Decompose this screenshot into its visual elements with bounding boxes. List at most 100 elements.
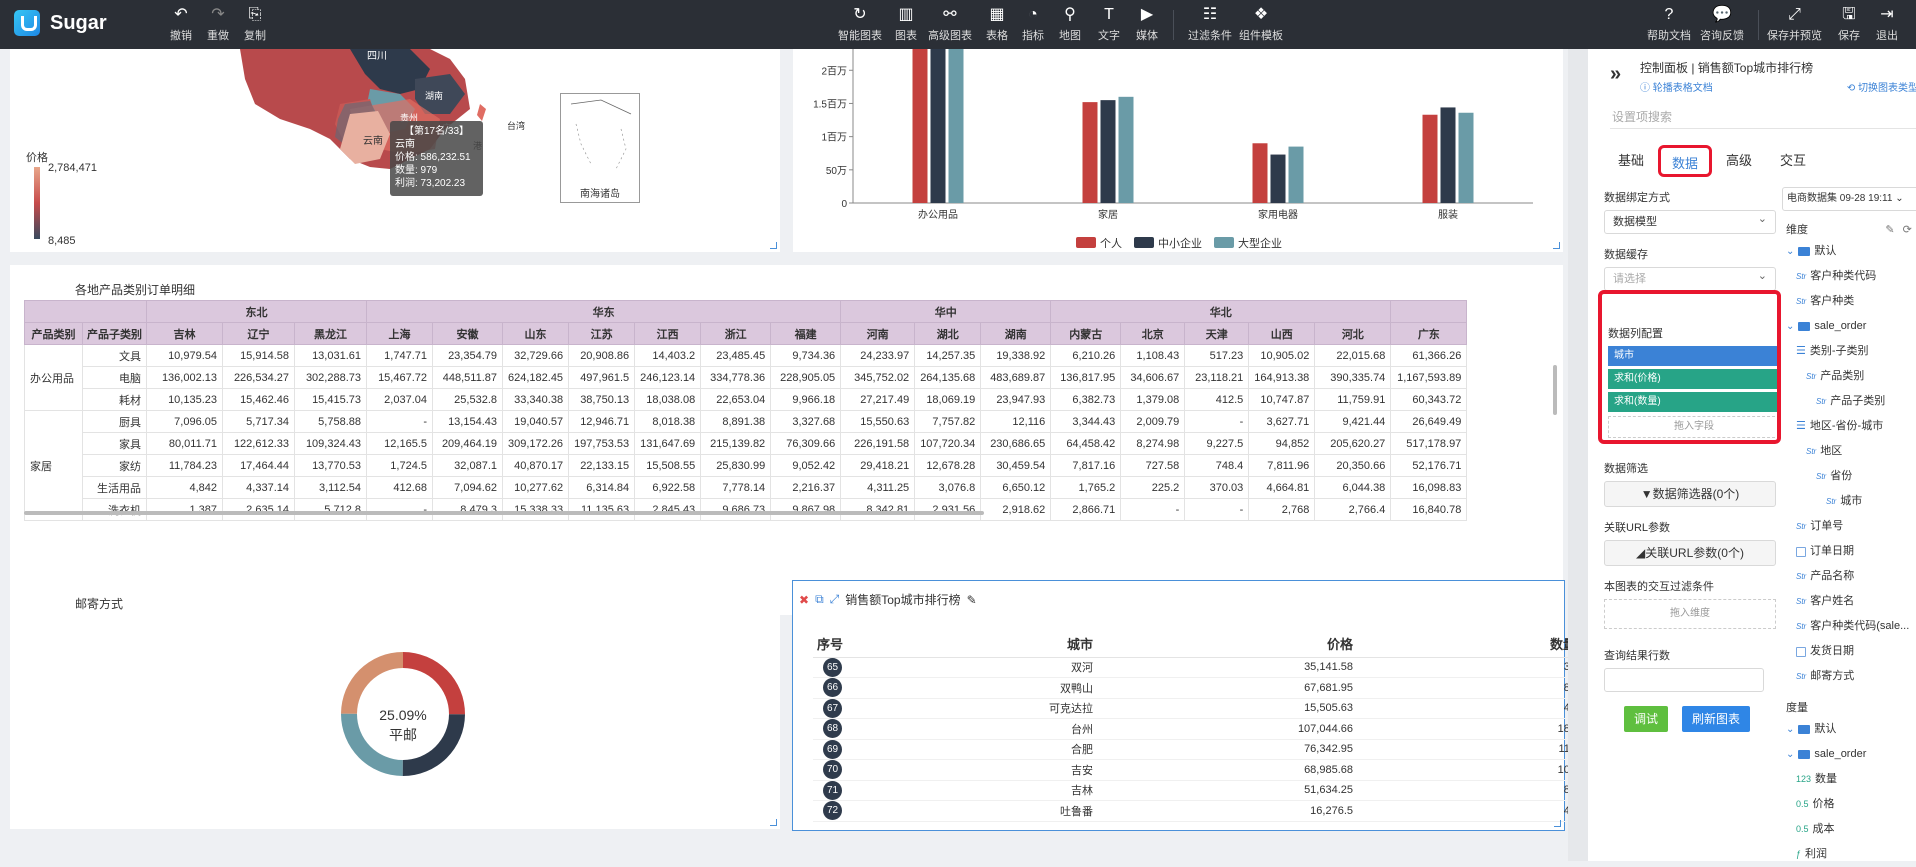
fullscreen-icon[interactable]: ⤢	[830, 592, 840, 607]
table-row[interactable]: 72 吐鲁番16,276.542	[813, 800, 1576, 822]
field-item[interactable]: Str 城市	[1782, 489, 1916, 514]
column-header[interactable]: 黑龙江	[294, 322, 367, 345]
tab-basic[interactable]: 基础	[1604, 145, 1658, 177]
column-header[interactable]: 安徽	[432, 322, 503, 345]
ranking-card[interactable]: ✖ ⧉ ⤢ 销售额Top城市排行榜 ✎ 序号 城市 价格 数量 65 双河 35,141.5…	[792, 580, 1576, 831]
bar[interactable]	[1440, 107, 1456, 203]
ranking-column-header[interactable]: 城市	[893, 631, 1093, 658]
column-header[interactable]: 山西	[1248, 322, 1316, 345]
bar[interactable]	[1118, 96, 1134, 203]
bar[interactable]	[948, 49, 964, 204]
toolbar-right-button-4[interactable]: ⇥ 退出	[1876, 6, 1898, 43]
toolbar-center-button-3[interactable]: ▦ 表格	[986, 6, 1008, 43]
bar-chart-card[interactable]: 0 50万 1百万 1.5百万 2百万 办公用品 家居 家用电器 服装 个人 中小企业 大型企业	[793, 49, 1563, 252]
toolbar-center-button-9[interactable]: ❖ 组件模板	[1239, 6, 1283, 43]
table-row[interactable]: 65 双河35,141.5839	[813, 657, 1576, 678]
field-item[interactable]: Str 地区	[1782, 439, 1916, 464]
column-header[interactable]: 北京	[1120, 322, 1186, 345]
map-legend-gradient[interactable]	[34, 167, 40, 239]
column-header[interactable]: 福建	[770, 322, 842, 345]
table-row[interactable]: 66 双鸭山67,681.9586	[813, 677, 1576, 699]
edit-icon[interactable]: ✎	[1885, 223, 1894, 236]
column-header[interactable]: 广东	[1390, 322, 1468, 345]
toolbar-center-button-2[interactable]: ⚯ 高级图表	[928, 6, 972, 43]
chevron-down-icon[interactable]: ⌄	[1786, 239, 1794, 264]
field-item[interactable]: Str 邮寄方式	[1782, 664, 1916, 689]
field-item[interactable]: ⌄ 默认	[1782, 239, 1916, 264]
chevron-down-icon[interactable]: ⌄	[1786, 314, 1794, 339]
table-row[interactable]: 68 台州 107,044.66 182	[813, 718, 1576, 740]
edit-title-icon[interactable]: ✎	[967, 593, 977, 607]
table-row[interactable]: 67 可克达拉15,505.6342	[813, 698, 1576, 719]
resize-handle[interactable]	[770, 242, 777, 249]
column-header[interactable]: 上海	[366, 322, 433, 345]
column-header[interactable]: 江西	[634, 322, 702, 345]
field-item[interactable]: 0.5 价格	[1782, 792, 1916, 817]
toolbar-center-button-0[interactable]: ↻ 智能图表	[838, 6, 882, 43]
column-header[interactable]: 内蒙古	[1050, 322, 1122, 345]
column-header[interactable]: 吉林	[146, 322, 223, 345]
field-item[interactable]: ƒ 利润	[1782, 842, 1916, 867]
toolbar-left-button-0[interactable]: ↶ 撤销	[170, 6, 192, 43]
bar[interactable]	[1252, 143, 1268, 203]
column-header[interactable]: 辽宁	[222, 322, 295, 345]
toolbar-center-button-7[interactable]: ▶ 媒体	[1136, 6, 1158, 43]
debug-button[interactable]: 调试	[1624, 706, 1669, 732]
resize-handle[interactable]	[1554, 820, 1561, 827]
settings-search-input[interactable]: 设置项搜索	[1610, 105, 1916, 129]
pivot-table-card[interactable]: 各地产品类别订单明细 东北 华东 华中 华北 产品类别 产品子类别 吉林 辽宁 黑龙江 上海 安徽山…	[10, 265, 1563, 615]
field-item[interactable]: Str 客户姓名	[1782, 589, 1916, 614]
field-item[interactable]: ⌄ sale_order	[1782, 742, 1916, 767]
field-item[interactable]: ☰ 类别-子类别	[1782, 339, 1916, 364]
field-item[interactable]: 0.5 成本	[1782, 817, 1916, 842]
drop-dimension-zone[interactable]: 拖入维度	[1604, 599, 1776, 629]
bind-mode-select[interactable]: 数据模型	[1604, 208, 1776, 234]
toolbar-center-button-8[interactable]: ☷ 过滤条件	[1188, 6, 1232, 43]
legend-item[interactable]: 中小企业	[1134, 235, 1202, 251]
table-row[interactable]: 70 吉安 68,985.68 109	[813, 759, 1576, 781]
field-item[interactable]: ⌄ 默认	[1782, 717, 1916, 742]
panel-splitter[interactable]	[1568, 49, 1578, 861]
doc-link[interactable]: ⓘ 轮播表格文档	[1640, 79, 1713, 94]
refresh-icon[interactable]: ⟳	[1903, 223, 1912, 236]
field-item[interactable]: 订单日期	[1782, 539, 1916, 564]
field-item[interactable]: Str 省份	[1782, 464, 1916, 489]
field-item[interactable]: Str 产品子类别	[1782, 389, 1916, 414]
table-row[interactable]: 69 合肥76,342.95119	[813, 739, 1576, 760]
toolbar-right-button-3[interactable]: 🖫 保存	[1838, 6, 1860, 43]
toolbar-center-button-1[interactable]: ▥ 图表	[895, 6, 917, 43]
legend-item[interactable]: 大型企业	[1214, 235, 1282, 251]
field-item[interactable]: Str 客户种类代码(sale...	[1782, 614, 1916, 639]
field-item[interactable]: ☰ 地区-省份-城市	[1782, 414, 1916, 439]
tab-advanced[interactable]: 高级	[1712, 145, 1766, 177]
url-param-button[interactable]: ◢关联URL参数(0个)	[1604, 540, 1776, 566]
column-header[interactable]: 天津	[1184, 322, 1250, 345]
ranking-column-header[interactable]: 价格	[1093, 631, 1353, 658]
column-header[interactable]: 江苏	[568, 322, 636, 345]
toolbar-center-button-4[interactable]: ◔ 指标	[1022, 6, 1044, 43]
field-item[interactable]: 发货日期	[1782, 639, 1916, 664]
map-region-taiwan[interactable]	[477, 104, 486, 121]
toolbar-right-button-2[interactable]: ⤢ 保存并预览	[1767, 6, 1822, 43]
table-row[interactable]: 71 吉林51,634.2588	[813, 780, 1576, 801]
bar[interactable]	[912, 49, 928, 204]
dataset-select[interactable]: 电商数据集 09-28 19:11 ⌄	[1782, 187, 1916, 211]
duplicate-icon[interactable]: ⧉	[815, 592, 824, 607]
switch-chart-type[interactable]: ⟲ 切换图表类型	[1847, 79, 1916, 94]
bar[interactable]	[1288, 146, 1304, 203]
field-item[interactable]: Str 产品名称	[1782, 564, 1916, 589]
column-header[interactable]: 河南	[840, 322, 916, 345]
field-item[interactable]: Str 订单号	[1782, 514, 1916, 539]
bar[interactable]	[1082, 102, 1098, 203]
field-item[interactable]: ⌄ sale_order	[1782, 314, 1916, 339]
ranking-column-header[interactable]: 数量	[1353, 631, 1576, 658]
column-header[interactable]: 产品类别	[24, 322, 83, 345]
cache-select[interactable]: 请选择	[1604, 265, 1776, 291]
delete-icon[interactable]: ✖	[799, 593, 809, 607]
resize-handle[interactable]	[1553, 242, 1560, 249]
toolbar-left-button-1[interactable]: ↷ 重做	[207, 6, 229, 43]
legend-item[interactable]: 个人	[1076, 235, 1122, 251]
vertical-scrollbar[interactable]	[1553, 365, 1557, 415]
field-item[interactable]: Str 产品类别	[1782, 364, 1916, 389]
data-filter-button[interactable]: ▼数据筛选器(0个)	[1604, 481, 1776, 507]
